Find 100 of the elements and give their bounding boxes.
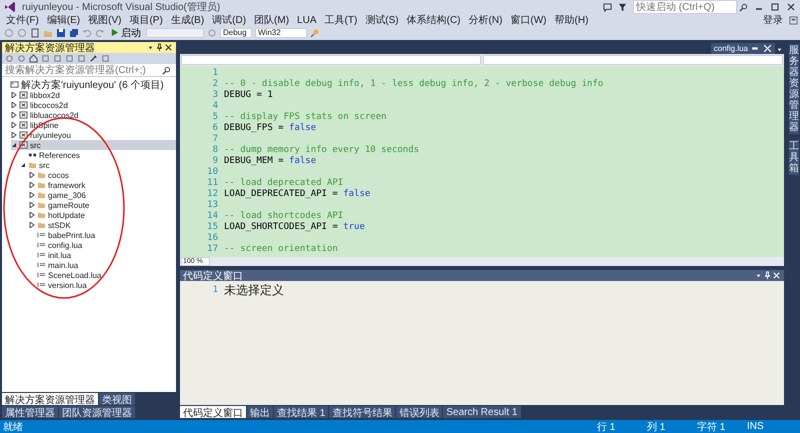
find-icon[interactable] [310,28,320,38]
line-number: 15 [206,222,219,233]
menu-item[interactable]: 团队(M) [250,13,294,27]
code-line: -- 0 - disable debug info, 1 - less debug info, 2 - verbose debug info [224,79,604,90]
tree-item[interactable]: ruiyunleyou [11,130,176,140]
tree-item[interactable]: hotUpdate [29,210,176,220]
tree-item[interactable]: libcocos2d [11,100,176,110]
collapse-arrow-icon[interactable] [11,142,17,148]
account-icon[interactable] [789,16,798,24]
maximize-icon[interactable] [770,2,780,12]
line-number: 9 [212,156,219,167]
home-icon[interactable] [29,54,38,63]
project-icon [19,121,28,129]
lua-file-icon [37,231,46,239]
panel-tab[interactable]: 类视图 [99,393,135,405]
tree-item[interactable]: 解决方案'ruiyunleyou' (6 个项目) [2,80,176,90]
sign-in-link[interactable]: 登录 [763,13,789,27]
tree-item[interactable]: version.lua [29,280,176,290]
tree-item[interactable]: config.lua [29,240,176,250]
line-number: 17 [206,244,219,255]
line-number: 11 [206,178,219,189]
menu-item[interactable]: 测试(S) [361,13,403,27]
menu-item[interactable]: 体系结构(C) [402,13,465,27]
line-number: 4 [212,101,219,112]
tree-item[interactable]: libluacocos2d [11,110,176,120]
menu-item[interactable]: 帮助(H) [550,13,592,27]
menu-item[interactable]: 调试(D) [208,13,250,27]
code-line: -- load deprecated API [224,178,344,189]
tree-item[interactable]: babePrint.lua [29,230,176,240]
status-message: 就绪 [3,420,24,433]
code-line: DEBUG_FPS = false [224,123,316,134]
start-button[interactable]: 启动 [108,26,143,40]
quick-launch-field[interactable]: 快速启动 (Ctrl+Q) [633,0,737,14]
project-icon [19,101,28,109]
line-number: 13 [206,200,219,211]
document-tab[interactable]: config.lua [710,43,775,54]
platform-dropdown[interactable]: Win32 [255,28,307,38]
panel-tab[interactable]: 查找结果 1 [274,406,328,418]
tree-item[interactable]: init.lua [29,250,176,260]
line-number: 6 [212,123,219,134]
line-number: 8 [212,145,219,156]
panel-tab[interactable]: 团队资源管理器 [59,406,135,418]
line-number: 7 [212,134,219,145]
tree-item[interactable]: main.lua [29,260,176,270]
definition-text: 未选择定义 [224,282,284,298]
panel-tab[interactable]: Search Result 1 [443,406,520,418]
line-number: 12 [206,189,219,200]
tree-item[interactable]: References [20,150,176,160]
pin-icon[interactable] [155,43,164,52]
tree-item[interactable]: game_306 [29,190,176,200]
menu-item[interactable]: 生成(B) [166,13,208,27]
tree-item[interactable]: src [11,140,176,150]
pin-icon[interactable] [763,271,772,280]
menu-item[interactable]: LUA [293,14,320,26]
collapse-arrow-icon[interactable] [20,162,26,168]
menu-item[interactable]: 文件(F) [2,13,43,27]
tree-item[interactable]: SceneLoad.lua [29,270,176,280]
menu-item[interactable]: 分析(N) [464,13,506,27]
menu-item[interactable]: 编辑(E) [42,13,84,27]
menu-item[interactable]: 项目(P) [125,13,167,27]
tree-item[interactable]: libbox2d [11,90,176,100]
configuration-dropdown[interactable]: Debug [220,28,252,38]
tree-item[interactable]: framework [29,180,176,190]
code-line: LOAD_SHORTCODES_API = true [224,222,365,233]
tree-item[interactable]: src [20,160,176,170]
play-icon [110,28,119,37]
line-number: 5 [212,112,219,123]
close-icon[interactable] [164,43,173,52]
panel-tab[interactable]: 代码定义窗口 [180,406,246,418]
code-line: LOAD_DEPRECATED_API = false [224,189,370,200]
tree-item[interactable]: gameRoute [29,200,176,210]
status-text: 行 1 [597,420,616,433]
code-line: -- screen orientation [224,244,338,255]
menu-item[interactable]: 工具(T) [320,13,362,27]
line-number: 1 [212,68,219,79]
panel-tab[interactable]: 解决方案资源管理器 [2,393,98,405]
panel-tab[interactable]: 属性管理器 [2,406,58,418]
project-icon [19,131,28,139]
properties-icon[interactable] [89,54,98,63]
menu-item[interactable]: 视图(V) [84,13,126,27]
save-icon[interactable] [56,28,66,38]
filter-icon [618,2,627,12]
line-number: 3 [212,90,219,101]
tree-item[interactable]: stSDK [29,220,176,230]
new-project-icon[interactable] [30,28,40,38]
panel-tab[interactable]: 错误列表 [396,406,442,418]
code-line: DEBUG_MEM = false [224,156,316,167]
save-all-icon[interactable] [69,28,79,38]
lua-file-icon [37,251,46,259]
code-line: -- dump memory info every 10 seconds [224,145,420,156]
panel-tab[interactable]: 输出 [247,406,273,418]
project-icon [19,91,28,99]
side-tab[interactable]: 工具箱 [789,140,799,175]
search-icon [739,2,748,12]
menu-item[interactable]: 窗口(W) [506,13,551,27]
tree-item[interactable]: cocos [29,170,176,180]
close-icon[interactable] [786,2,796,12]
panel-tab[interactable]: 查找符号结果 [329,406,396,418]
side-tab[interactable]: 服务器资源管理器 [789,44,799,134]
lua-file-icon [37,271,46,279]
